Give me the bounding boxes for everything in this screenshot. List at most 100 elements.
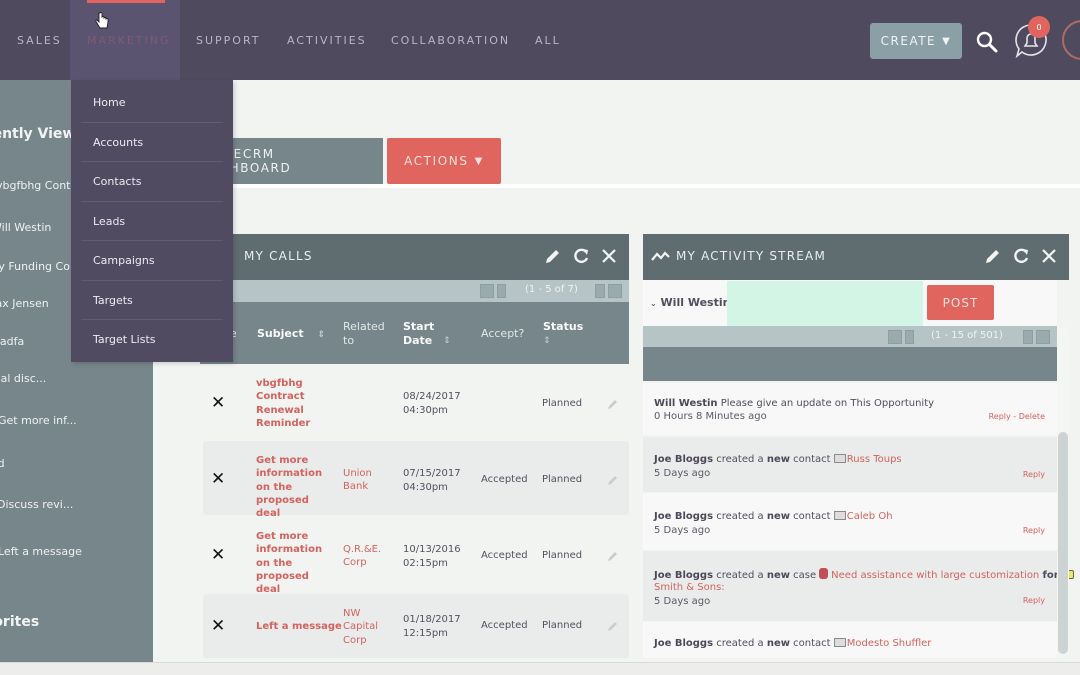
activity-stream-header[interactable]: MY ACTIVITY STREAM	[643, 234, 1069, 280]
activity-actor[interactable]: Joe Bloggs	[654, 570, 713, 581]
pencil-edit-icon[interactable]	[543, 246, 563, 266]
next-page-button[interactable]	[1023, 330, 1033, 344]
recent-item[interactable]: fadfa	[0, 335, 24, 348]
user-avatar-icon[interactable]	[1062, 20, 1080, 60]
call-subject-link[interactable]: Get more information on the proposed dea…	[256, 530, 336, 596]
col-subject[interactable]: Subject ⇕	[257, 327, 325, 342]
call-subject-link[interactable]: Left a message	[256, 620, 346, 633]
create-button[interactable]: CREATE ▼	[870, 23, 962, 59]
activity-actor[interactable]: Joe Bloggs	[654, 511, 713, 522]
top-navigation: SALES MARKETING SUPPORT ACTIVITIES COLLA…	[0, 0, 1080, 80]
call-subject-link[interactable]: Get more information on the proposed dea…	[256, 454, 336, 520]
activity-item: Joe Bloggs created a new contact Caleb O…	[643, 493, 1057, 550]
activity-actor[interactable]: Joe Bloggs	[654, 454, 713, 465]
activity-link[interactable]: Russ Toups	[847, 454, 902, 465]
recent-item[interactable]: Get more inf...	[0, 414, 77, 427]
activity-actor[interactable]: Joe Bloggs	[654, 638, 713, 649]
recent-item[interactable]: Left a message	[0, 545, 82, 558]
close-call-icon[interactable]: ✕	[211, 393, 225, 413]
actions-button[interactable]: ACTIONS ▼	[387, 138, 501, 184]
pencil-edit-icon[interactable]	[607, 620, 619, 632]
menu-item-contacts[interactable]: Contacts	[93, 175, 142, 188]
reply-link[interactable]: Reply	[1023, 526, 1045, 535]
contact-card-icon	[833, 511, 846, 520]
call-status: Planned	[542, 550, 583, 561]
recent-item[interactable]: Discuss revi...	[0, 498, 73, 511]
col-accept[interactable]: Accept?	[481, 327, 524, 341]
nav-support[interactable]: SUPPORT	[196, 34, 261, 47]
recent-item[interactable]: Tray Funding Co	[0, 260, 70, 273]
sort-icon[interactable]: ⇕	[443, 336, 451, 346]
nav-active-indicator	[87, 0, 165, 3]
last-page-button[interactable]	[608, 284, 622, 298]
call-related-link[interactable]: Union Bank	[343, 467, 398, 494]
nav-marketing[interactable]: MARKETING	[87, 34, 171, 47]
menu-item-home[interactable]: Home	[93, 96, 125, 109]
nav-sales[interactable]: SALES	[17, 34, 62, 47]
call-subject-link[interactable]: vbgfbhg Contract Renewal Reminder	[256, 377, 336, 430]
col-related-to[interactable]: Related to	[343, 320, 388, 348]
menu-item-leads[interactable]: Leads	[93, 215, 125, 228]
menu-item-targets[interactable]: Targets	[93, 294, 133, 307]
first-page-button[interactable]	[888, 330, 902, 344]
recent-item[interactable]: Max Jensen	[0, 297, 49, 310]
pencil-edit-icon[interactable]	[607, 398, 619, 410]
activity-link[interactable]: Caleb Oh	[847, 511, 893, 522]
call-status: Planned	[542, 620, 583, 631]
close-call-icon[interactable]: ✕	[211, 469, 225, 489]
menu-divider	[81, 240, 223, 241]
reply-delete-link[interactable]: Reply - Delete	[989, 412, 1045, 421]
call-date: 07/15/2017 04:30pm	[403, 468, 461, 493]
activity-item: Will Westin Please give an update on Thi…	[643, 383, 1057, 435]
sort-icon[interactable]: ⇕	[543, 336, 551, 346]
activity-account-link[interactable]: Smith & Sons:	[654, 582, 725, 593]
post-input[interactable]	[727, 281, 923, 326]
menu-divider	[81, 201, 223, 202]
recent-item[interactable]: hand	[0, 457, 5, 470]
prev-page-button[interactable]	[497, 284, 506, 298]
pencil-edit-icon[interactable]	[607, 474, 619, 486]
my-calls-header[interactable]: MY CALLS	[200, 234, 629, 280]
activity-pagination-bar: (1 - 15 of 501)	[643, 326, 1057, 348]
call-status: Planned	[542, 474, 583, 485]
close-call-icon[interactable]: ✕	[211, 616, 225, 636]
next-page-button[interactable]	[595, 284, 605, 298]
last-page-button[interactable]	[1036, 330, 1050, 344]
recent-item[interactable]: vbgfbhg Cont...	[0, 179, 81, 192]
menu-item-campaigns[interactable]: Campaigns	[93, 254, 155, 267]
activity-scrollbar-thumb[interactable]	[1058, 432, 1068, 654]
recent-item[interactable]: Will Westin	[0, 221, 51, 234]
reply-link[interactable]: Reply	[1023, 596, 1045, 605]
close-call-icon[interactable]: ✕	[211, 545, 225, 565]
activity-link[interactable]: Modesto Shuffler	[847, 638, 932, 649]
tab-underline	[153, 184, 1080, 188]
reply-link[interactable]: Reply	[1023, 470, 1045, 479]
notification-count-badge: 0	[1028, 16, 1050, 38]
nav-activities[interactable]: ACTIVITIES	[287, 34, 367, 47]
menu-divider	[81, 161, 223, 162]
search-icon[interactable]	[975, 30, 999, 54]
pencil-edit-icon[interactable]	[983, 246, 1003, 266]
first-page-button[interactable]	[480, 284, 494, 298]
close-icon[interactable]	[1039, 246, 1059, 266]
nav-all[interactable]: ALL	[535, 34, 561, 47]
activity-actor[interactable]: Will Westin	[654, 398, 718, 409]
pencil-edit-icon[interactable]	[607, 550, 619, 562]
post-button[interactable]: POST	[927, 285, 994, 320]
post-user[interactable]: ⌄ Will Westin	[650, 296, 730, 309]
activity-link[interactable]: Need assistance with large customization	[831, 570, 1039, 581]
close-icon[interactable]	[599, 246, 619, 266]
activity-time: 5 Days ago	[654, 596, 711, 607]
col-start-date[interactable]: Start Date	[403, 320, 438, 348]
prev-page-button[interactable]	[905, 330, 914, 344]
call-related-link[interactable]: NW Capital Corp	[343, 607, 398, 647]
menu-item-accounts[interactable]: Accounts	[93, 136, 143, 149]
nav-collaboration[interactable]: COLLABORATION	[391, 34, 510, 47]
call-related-link[interactable]: Q.R.&E. Corp	[343, 543, 398, 570]
recent-item[interactable]: Initial disc...	[0, 372, 46, 385]
refresh-icon[interactable]	[571, 246, 591, 266]
refresh-icon[interactable]	[1011, 246, 1031, 266]
menu-item-target-lists[interactable]: Target Lists	[93, 333, 156, 346]
col-status[interactable]: Status	[543, 320, 583, 334]
call-accept: Accepted	[481, 550, 528, 561]
